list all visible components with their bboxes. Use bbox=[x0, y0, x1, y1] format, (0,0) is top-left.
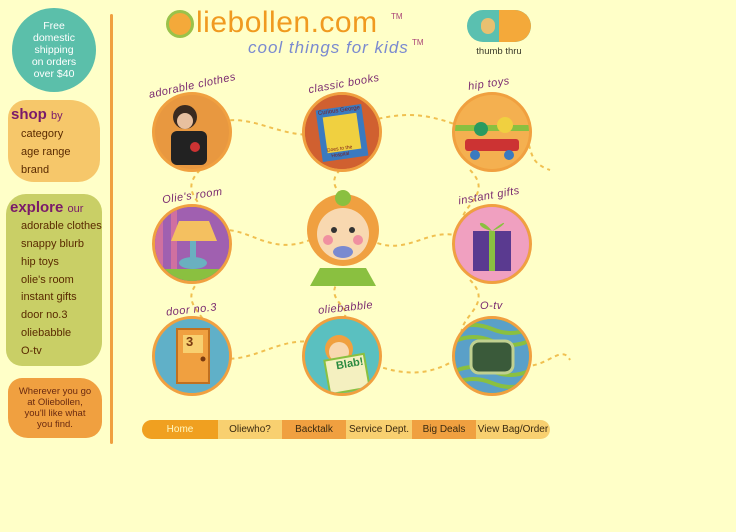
logo-o-icon[interactable] bbox=[166, 10, 194, 38]
sidebar-divider bbox=[110, 14, 113, 444]
hip-toys-circle[interactable] bbox=[452, 92, 532, 172]
main-nav: Home Oliewho? Backtalk Service Dept. Big… bbox=[142, 420, 550, 439]
site-logo[interactable]: liebollen.com bbox=[196, 6, 378, 40]
book-icon bbox=[305, 95, 379, 169]
trademark: TM bbox=[412, 38, 424, 47]
lamp-icon bbox=[155, 207, 229, 281]
nav-big-deals[interactable]: Big Deals bbox=[412, 420, 476, 439]
gift-icon bbox=[455, 207, 529, 281]
explore-heading: explore our bbox=[10, 199, 83, 216]
explore-link-olies-room[interactable]: olie's room bbox=[21, 274, 74, 286]
nav-home[interactable]: Home bbox=[142, 420, 218, 439]
trademark: TM bbox=[391, 12, 403, 21]
shop-link-age-range[interactable]: age range bbox=[21, 146, 71, 158]
nav-backtalk[interactable]: Backtalk bbox=[282, 420, 346, 439]
quote-line: at Oliebollen, bbox=[27, 397, 83, 408]
shop-link-brand[interactable]: brand bbox=[21, 164, 49, 176]
explore-link-door-no3[interactable]: door no.3 bbox=[21, 309, 67, 321]
shipping-line: on orders bbox=[31, 56, 77, 68]
shipping-line: shipping bbox=[34, 44, 74, 56]
explore-link-otv[interactable]: O-tv bbox=[21, 345, 42, 357]
explore-link-oliebabble[interactable]: oliebabble bbox=[21, 327, 71, 339]
shop-by: by bbox=[51, 110, 63, 122]
olie-mascot bbox=[300, 186, 386, 286]
caption-otv[interactable]: O-tv bbox=[480, 300, 503, 312]
tagline-quote: Wherever you go at Oliebollen, you'll li… bbox=[8, 378, 102, 438]
toy-train-icon bbox=[455, 95, 529, 169]
olie-face-icon bbox=[307, 190, 379, 286]
thumb-thru-icon[interactable] bbox=[467, 10, 531, 42]
instant-gifts-circle[interactable] bbox=[452, 204, 532, 284]
tv-icon bbox=[455, 319, 529, 393]
nav-oliewho[interactable]: Oliewho? bbox=[218, 420, 282, 439]
otv-circle[interactable] bbox=[452, 316, 532, 396]
explore-link-snappy-blurb[interactable]: snappy blurb bbox=[21, 238, 84, 250]
shipping-line: Free bbox=[43, 20, 65, 32]
quote-line: you'll like what bbox=[24, 408, 86, 419]
quote-line: you find. bbox=[37, 419, 73, 430]
explore-title: explore bbox=[10, 199, 64, 216]
explore-our: our bbox=[67, 203, 84, 215]
door-no3-circle[interactable] bbox=[152, 316, 232, 396]
quote-line: Wherever you go bbox=[18, 386, 92, 397]
shop-title: shop bbox=[11, 106, 47, 123]
free-shipping-badge: Free domestic shipping on orders over $4… bbox=[12, 8, 96, 92]
shipping-line: domestic bbox=[32, 32, 75, 44]
olies-room-circle[interactable] bbox=[152, 204, 232, 284]
site-tagline: cool things for kids bbox=[248, 38, 409, 57]
explore-link-adorable-clothes[interactable]: adorable clothes bbox=[21, 220, 102, 232]
adorable-clothes-circle[interactable] bbox=[152, 92, 232, 172]
reading-child-icon bbox=[305, 319, 379, 393]
oliebabble-circle[interactable] bbox=[302, 316, 382, 396]
child-photo-icon bbox=[155, 95, 229, 169]
shop-heading: shop by bbox=[11, 106, 63, 123]
shop-link-category[interactable]: category bbox=[21, 128, 63, 140]
explore-link-hip-toys[interactable]: hip toys bbox=[21, 256, 59, 268]
thumb-thru-label[interactable]: thumb thru bbox=[466, 46, 532, 57]
explore-link-instant-gifts[interactable]: instant gifts bbox=[21, 291, 77, 303]
shipping-line: over $40 bbox=[33, 68, 75, 80]
nav-view-bag-order[interactable]: View Bag/Order bbox=[476, 420, 550, 439]
nav-service-dept[interactable]: Service Dept. bbox=[346, 420, 412, 439]
door-icon bbox=[155, 319, 229, 393]
door-number: 3 bbox=[186, 334, 194, 349]
classic-books-circle[interactable] bbox=[302, 92, 382, 172]
